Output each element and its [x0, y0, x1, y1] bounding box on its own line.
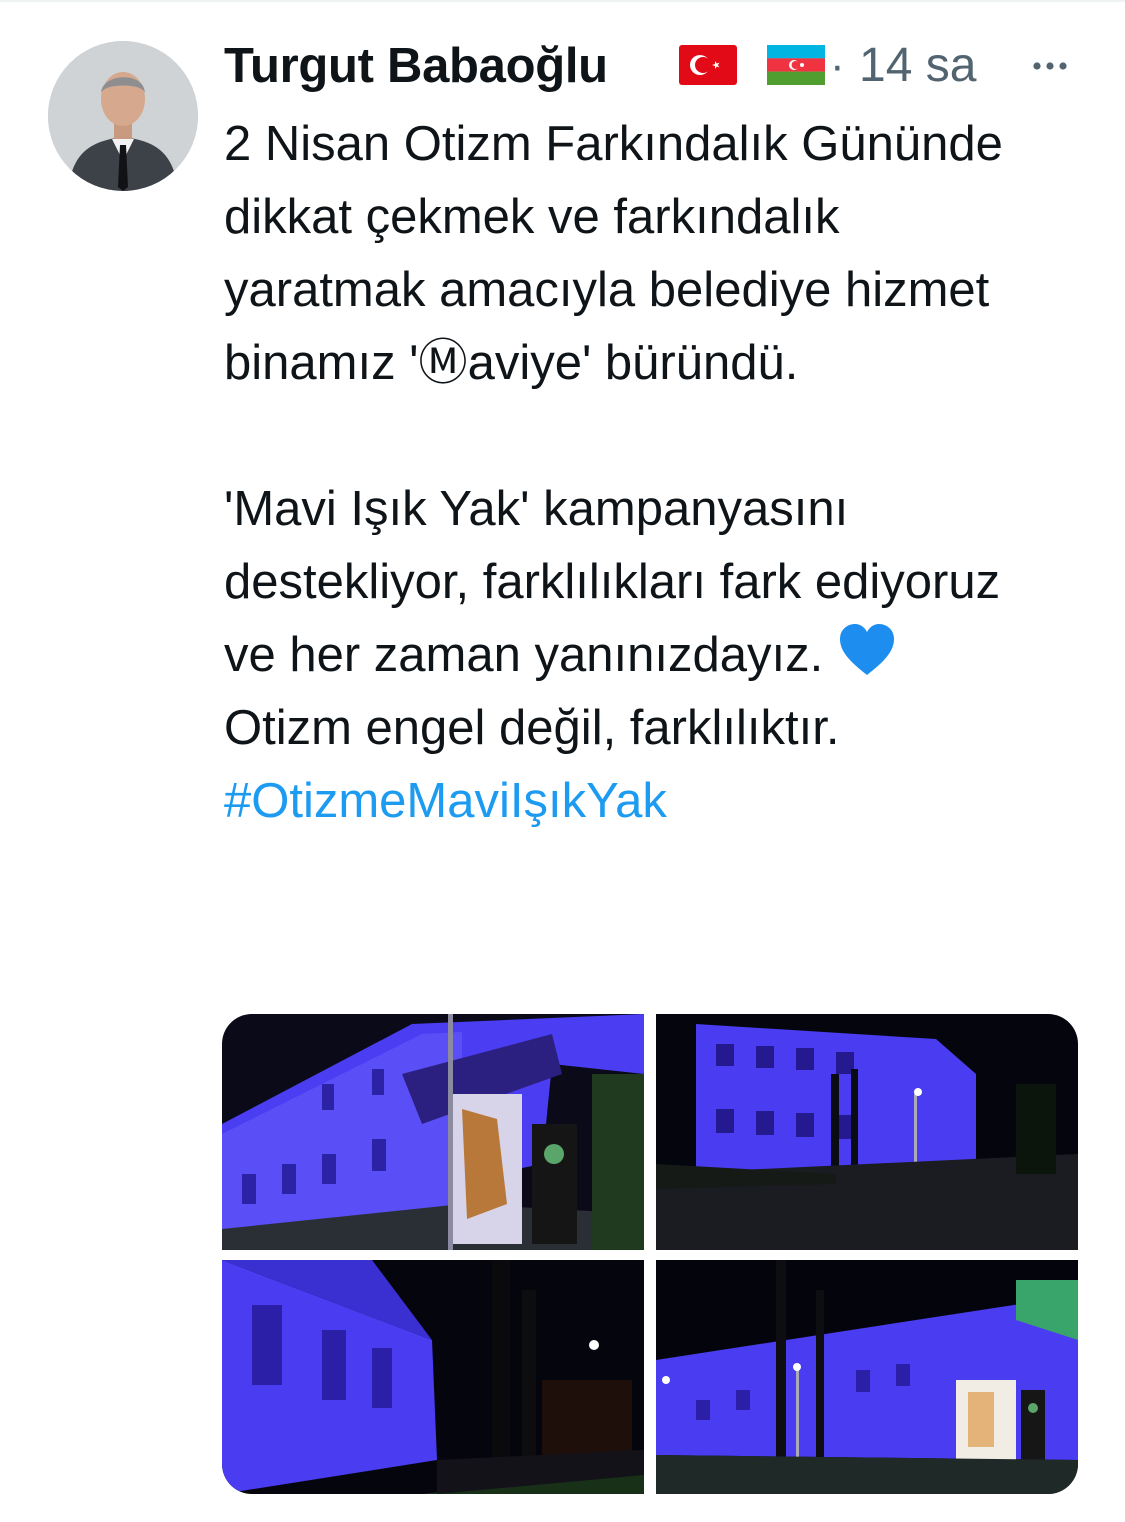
hashtag-link[interactable]: #OtizmeMaviIşıkYak — [224, 774, 667, 828]
turkey-flag-icon — [679, 45, 737, 85]
photo-building-corner[interactable] — [222, 1260, 644, 1494]
more-options-icon[interactable] — [1028, 44, 1072, 88]
media-grid — [222, 1014, 1078, 1494]
tweet-header: Turgut Babaoğlu · 14 sa — [224, 28, 1084, 104]
author-name[interactable]: Turgut Babaoğlu — [224, 36, 608, 96]
separator-dot: · — [830, 41, 845, 90]
avatar[interactable] — [48, 41, 198, 191]
blue-heart-icon — [839, 624, 894, 675]
tweet-paragraph-1-end: aviye' büründü. — [467, 336, 799, 390]
tweet-time[interactable]: 14 sa — [859, 36, 976, 96]
top-divider — [0, 0, 1125, 2]
photo-building-front[interactable] — [222, 1014, 644, 1250]
m-symbol: Ⓜ — [418, 336, 468, 390]
photo-building-side-night[interactable] — [656, 1014, 1078, 1250]
tweet-paragraph-3: Otizm engel değil, farklılıktır. — [224, 701, 840, 755]
azerbaijan-flag-icon — [767, 45, 825, 85]
photo-building-courtyard[interactable] — [656, 1260, 1078, 1494]
tweet-text: 2 Nisan Otizm Farkındalık Gününde dikkat… — [224, 108, 1044, 838]
